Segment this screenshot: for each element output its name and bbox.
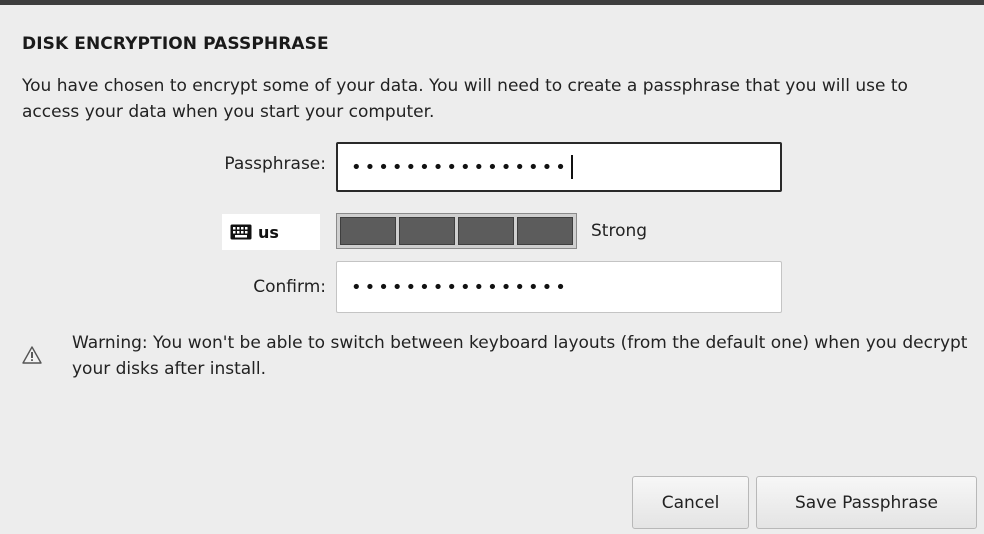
passphrase-value: ••••••••••••••••: [351, 156, 569, 178]
strength-segment: [517, 217, 573, 245]
warning-text: Warning: You won't be able to switch bet…: [72, 333, 968, 379]
disk-encryption-dialog: DISK ENCRYPTION PASSPHRASE You have chos…: [0, 0, 984, 534]
keyboard-layout-label: us: [258, 222, 279, 242]
warning-icon: [22, 346, 42, 364]
passphrase-label: Passphrase:: [224, 154, 326, 174]
keyboard-icon: [230, 224, 252, 240]
strength-segment: [458, 217, 514, 245]
strength-label: Strong: [591, 221, 648, 241]
confirm-value: ••••••••••••••••: [351, 276, 569, 298]
passphrase-input[interactable]: ••••••••••••••••: [336, 142, 782, 192]
cancel-button[interactable]: Cancel: [632, 476, 749, 529]
keyboard-layout-indicator[interactable]: us: [222, 214, 320, 250]
confirm-label: Confirm:: [253, 277, 326, 297]
strength-segment: [399, 217, 455, 245]
passphrase-strength-meter: [336, 213, 577, 249]
strength-segment: [340, 217, 396, 245]
save-passphrase-button[interactable]: Save Passphrase: [756, 476, 977, 529]
dialog-description: You have chosen to encrypt some of your …: [22, 76, 908, 122]
confirm-input[interactable]: ••••••••••••••••: [336, 261, 782, 313]
text-cursor: [570, 155, 573, 179]
dialog-title: DISK ENCRYPTION PASSPHRASE: [22, 34, 329, 54]
